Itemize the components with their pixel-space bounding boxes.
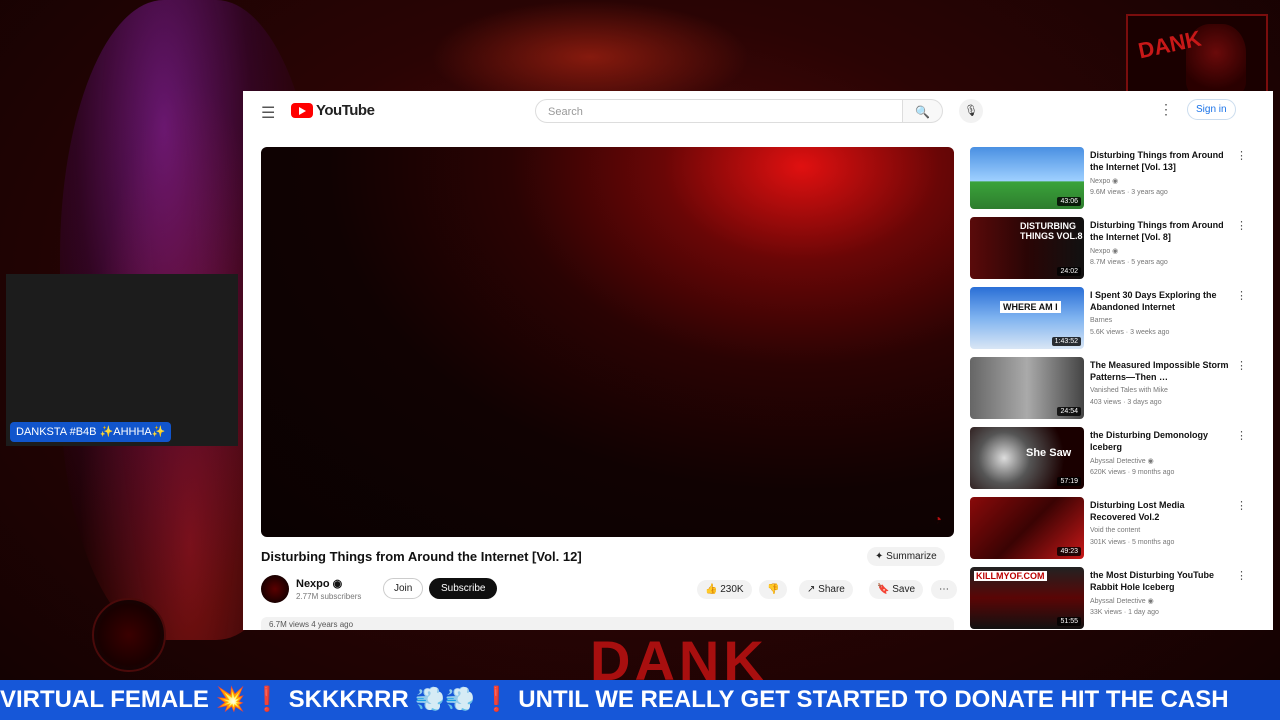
recommendation-channel: Abyssal Detective ◉ [1090,598,1154,605]
recommendation-item[interactable]: 43:06 Disturbing Things from Around the … [970,147,1260,217]
more-options-icon[interactable]: ⋮ [1236,429,1247,442]
webcam-name-label: DANKSTA #B4B ✨AHHHA✨ [10,422,172,442]
recommendation-meta: 403 views · 3 days ago [1090,399,1162,406]
recommendation-title[interactable]: Disturbing Things from Around the Intern… [1090,219,1230,243]
save-button[interactable]: 🔖 Save [869,580,924,599]
video-thumbnail[interactable]: 24:54 [970,357,1084,419]
menu-icon[interactable]: ☰ [261,103,275,123]
youtube-logo[interactable]: YouTube [291,102,375,119]
like-button[interactable]: 👍 230K [697,580,752,599]
video-thumbnail[interactable]: KILLMYOF.COM 51:55 [970,567,1084,629]
recommendation-title[interactable]: the Disturbing Demonology Iceberg [1090,429,1230,453]
duration-badge: 43:06 [1057,197,1081,206]
thumbnail-text: She Saw [1026,447,1072,459]
recommendation-title[interactable]: the Most Disturbing YouTube Rabbit Hole … [1090,569,1230,593]
background-art-top [430,0,750,95]
recommendation-item[interactable]: 24:54 The Measured Impossible Storm Patt… [970,357,1260,427]
video-title: Disturbing Things from Around the Intern… [261,549,582,564]
recommendation-channel: Void the content [1090,527,1141,534]
subscriber-count: 2.77M subscribers [296,592,362,601]
player-watermark-icon: ◔ [933,511,942,527]
youtube-play-icon [291,103,313,118]
more-options-icon[interactable]: ⋮ [1236,149,1247,162]
recommendation-title[interactable]: The Measured Impossible Storm Patterns—T… [1090,359,1230,383]
recommendation-channel: Abyssal Detective ◉ [1090,458,1154,465]
duration-badge: 57:19 [1057,477,1081,486]
video-thumbnail[interactable]: 49:23 [970,497,1084,559]
recommendations-list: 43:06 Disturbing Things from Around the … [970,147,1260,630]
more-options-icon[interactable]: ⋮ [1236,499,1247,512]
duration-badge: 51:55 [1057,617,1081,626]
recommendation-title[interactable]: Disturbing Things from Around the Intern… [1090,149,1230,173]
video-thumbnail[interactable]: She Saw 57:19 [970,427,1084,489]
search-icon[interactable]: 🔍 [903,99,943,123]
channel-name[interactable]: Nexpo ◉ [296,577,342,590]
video-player[interactable]: ◔ [261,147,954,537]
recommendation-meta: 301K views · 5 months ago [1090,539,1175,546]
video-thumbnail[interactable]: 43:06 [970,147,1084,209]
mic-icon[interactable]: 🎙 [959,99,983,123]
video-thumbnail[interactable]: WHERE AM I 1:43:52 [970,287,1084,349]
recommendation-channel: Vanished Tales with Mike [1090,387,1168,394]
recommendation-title[interactable]: Disturbing Lost Media Recovered Vol.2 [1090,499,1230,523]
recommendation-item[interactable]: 49:23 Disturbing Lost Media Recovered Vo… [970,497,1260,567]
recommendation-meta: 620K views · 9 months ago [1090,469,1175,476]
more-options-icon[interactable]: ⋮ [1236,289,1247,302]
recommendation-channel: Barnes [1090,317,1113,324]
recommendation-channel: Nexpo ◉ [1090,248,1119,255]
settings-more-icon[interactable]: ⋮ [1159,101,1173,118]
recommendation-channel: Nexpo ◉ [1090,178,1119,185]
channel-avatar[interactable] [261,575,289,603]
recommendation-title[interactable]: I Spent 30 Days Exploring the Abandoned … [1090,289,1230,313]
sign-in-button[interactable]: Sign in [1187,99,1236,120]
more-options-icon[interactable]: ⋮ [1236,359,1247,372]
duration-badge: 24:02 [1057,267,1081,276]
recommendation-meta: 33K views · 1 day ago [1090,609,1159,616]
thumbnail-text: DISTURBING THINGS VOL.8 [1020,221,1083,241]
youtube-wordmark: YouTube [316,102,375,119]
thumbnail-text: KILLMYOF.COM [974,571,1047,581]
recommendation-meta: 5.6K views · 3 weeks ago [1090,329,1170,336]
more-options-icon[interactable]: ⋮ [1236,569,1247,582]
duration-badge: 49:23 [1057,547,1081,556]
recommendation-meta: 9.6M views · 3 years ago [1090,189,1168,196]
share-button[interactable]: ↗ Share [799,580,853,599]
thumbnail-text: WHERE AM I [1000,301,1061,313]
subscribe-button[interactable]: Subscribe [429,578,498,599]
summarize-button[interactable]: ✦ Summarize [867,547,945,566]
duration-badge: 1:43:52 [1051,337,1081,346]
join-button[interactable]: Join [383,578,424,599]
duration-badge: 24:54 [1057,407,1081,416]
more-actions-button[interactable]: ⋯ [931,580,957,599]
recommendation-item[interactable]: DISTURBING THINGS VOL.8 24:02 Disturbing… [970,217,1260,287]
video-description-meta[interactable]: 6.7M views 4 years ago [261,617,954,630]
youtube-window: ☰ YouTube Search 🔍 🎙 ⋮ Sign in ◔ Disturb… [243,91,1273,630]
recommendation-item[interactable]: She Saw 57:19 the Disturbing Demonology … [970,427,1260,497]
recommendation-item[interactable]: WHERE AM I 1:43:52 I Spent 30 Days Explo… [970,287,1260,357]
more-options-icon[interactable]: ⋮ [1236,219,1247,232]
scrolling-ticker: VIRTUAL FEMALE 💥 ❗ SKKKRRR 💨💨 ❗ UNTIL WE… [0,680,1280,720]
video-thumbnail[interactable]: DISTURBING THINGS VOL.8 24:02 [970,217,1084,279]
dislike-button[interactable]: 👎 [759,580,788,599]
search-input[interactable]: Search [535,99,903,123]
recommendation-item[interactable]: KILLMYOF.COM 51:55 the Most Disturbing Y… [970,567,1260,630]
recommendation-meta: 8.7M views · 5 years ago [1090,259,1168,266]
webcam-logo [92,598,166,672]
